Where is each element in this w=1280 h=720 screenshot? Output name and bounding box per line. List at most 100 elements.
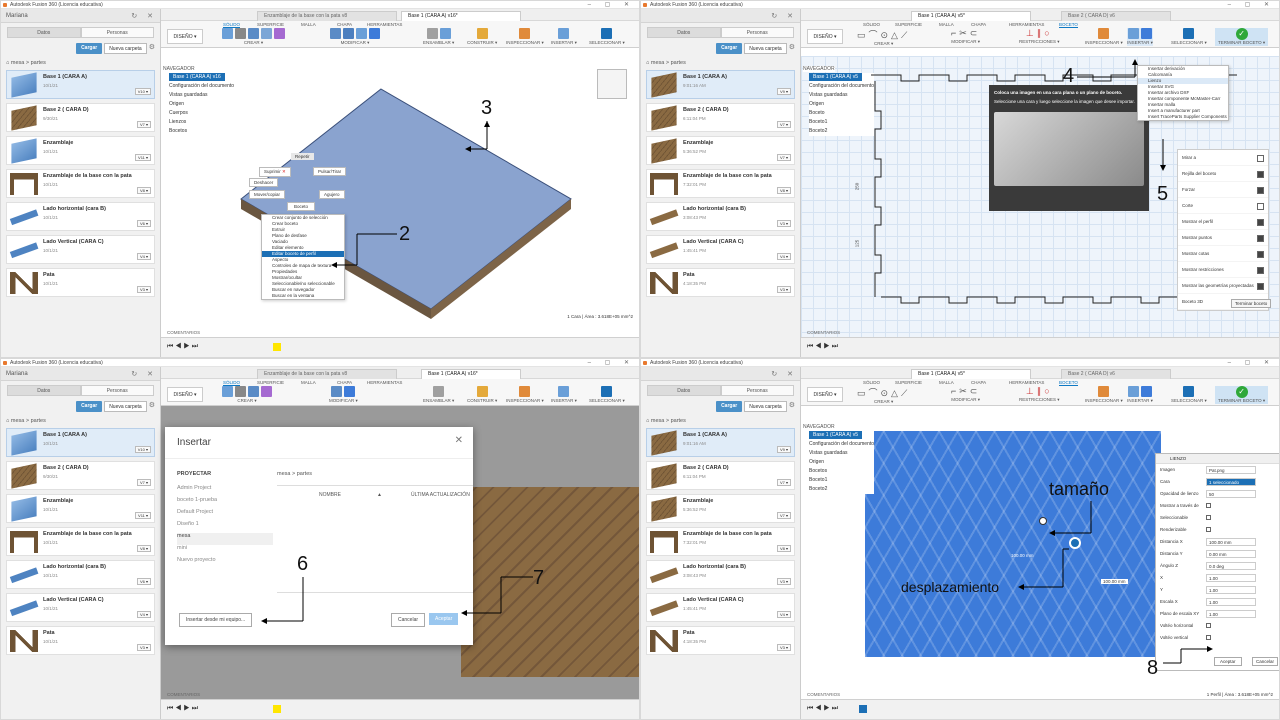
tab-data[interactable]: Datos [7,385,81,396]
version-badge[interactable]: V8 ▾ [136,545,151,552]
node-sketch1[interactable]: Boceto1 [809,476,874,485]
group-finish-sketch[interactable]: ✓ TERMINAR BOCETO ▾ [1215,28,1269,46]
tab-sketch[interactable]: BOCETO [1059,22,1078,28]
file-item[interactable]: Base 2 ( CARA D) 6:11:04 PM V7 ▾ [646,103,795,132]
comments-label[interactable]: COMENTARIOS [167,330,200,335]
group-create[interactable]: ▭⌒⊙△⟋ CREAR ▾ [857,28,910,47]
load-button[interactable]: Cargar [76,401,103,412]
sketch-dropdown[interactable]: Boceto [287,202,316,211]
tab-sketch[interactable]: BOCETO [1059,380,1078,386]
palette-option[interactable]: Mostrar cotas [1178,246,1268,262]
version-badge[interactable]: V8 ▾ [776,545,791,552]
timeline[interactable]: ⏮◀▶⏭ [161,337,639,357]
file-item[interactable]: Enzamblaje 10/1/21 V11 ▾ [6,494,155,523]
cancel-button[interactable]: Cancelar [1252,657,1279,666]
design-workspace-button[interactable]: DISEÑO ▾ [807,29,843,44]
version-badge[interactable]: V4 ▾ [776,253,791,260]
group-constraints[interactable]: ⊥∥○ RESTRICCIONES ▾ [1019,28,1060,45]
col-updated[interactable]: ÚLTIMA ACTUALIZACIÓN [411,492,470,498]
node-config[interactable]: Configuración del documento [809,440,874,449]
group-create[interactable]: CREAR ▾ [221,386,273,404]
new-folder-button[interactable]: Nueva carpeta [104,401,147,412]
refresh-close-icons[interactable]: ↻ ✕ [131,12,160,20]
cancel-button[interactable]: Cancelar [391,613,426,627]
breadcrumb[interactable]: ⌂ mesa > partes [646,60,795,66]
group-assemble[interactable]: ENSAMBLAR ▾ [423,28,454,46]
tab-solid[interactable]: SÓLIDO [863,380,880,385]
dimension-input[interactable]: 100.00 mm [1101,579,1128,584]
press-pull-button[interactable]: Pulsar/Tirar [313,167,347,176]
group-create[interactable]: ▭⌒⊙△⟋ CREAR ▾ [857,386,910,405]
version-badge[interactable]: V7 ▾ [136,479,151,486]
project-item[interactable]: Admin Project [177,485,273,497]
user-name[interactable]: Mariana [6,13,28,19]
checkbox[interactable] [1206,515,1211,520]
load-button[interactable]: Cargar [76,43,103,54]
new-folder-button[interactable]: Nueva carpeta [104,43,147,54]
version-badge[interactable]: V6 ▾ [136,220,151,227]
tab-people[interactable]: Personas [80,385,154,396]
file-item[interactable]: Enzamblaje de la base con la pata 10/1/21… [6,527,155,556]
version-badge[interactable]: V10 ▾ [134,446,151,453]
gear-icon[interactable]: ⚙ [789,43,795,54]
doc-tab-base1[interactable]: Base 1 (CARA A) v16* [401,11,521,21]
file-item[interactable]: Lado horizontal (cara B) 10/1/21 V6 ▾ [6,559,155,591]
accept-button[interactable]: Aceptar [429,613,459,625]
col-name[interactable]: NOMBRE [319,492,341,498]
hole-button[interactable]: Agujero [319,190,345,199]
menu-item[interactable]: Buscar en la ventana [262,293,344,299]
tab-data[interactable]: Datos [647,27,721,38]
file-item[interactable]: Pata 10/1/21 V3 ▾ [6,268,155,297]
tab-mesh[interactable]: MALLA [939,22,954,27]
canvas-option-value[interactable]: 1.00 [1206,574,1256,582]
file-item[interactable]: Enzamblaje 5:36:52 PM V7 ▾ [646,494,795,523]
group-assemble[interactable]: ENSAMBLAR ▾ [423,386,454,404]
design-workspace-button[interactable]: DISEÑO ▾ [167,387,203,402]
browser-root[interactable]: Base 1 (CARA A) v5 [809,73,863,81]
palette-option[interactable]: Rejilla del boceto [1178,166,1268,182]
doc-tab-assembly[interactable]: Enzamblaje de la base con la pata v8 [257,369,397,379]
file-table[interactable]: NOMBRE ▲ ÚLTIMA ACTUALIZACIÓN [277,485,473,593]
palette-option[interactable]: Forzar [1178,182,1268,198]
finish-sketch-button[interactable]: Terminar boceto [1231,299,1272,308]
node-sketches[interactable]: Bocetos [809,467,874,476]
node-origin[interactable]: Origen [809,458,874,467]
version-badge[interactable]: V3 ▾ [776,578,791,585]
project-item[interactable]: Diseño 1 [177,521,273,533]
canvas-option-value[interactable]: 100.00 mm [1206,538,1256,546]
gear-icon[interactable]: ⚙ [149,401,155,412]
tab-data[interactable]: Datos [647,385,721,396]
group-select[interactable]: SELECCIONAR ▾ [589,386,625,404]
canvas-option-value[interactable]: 1.00 [1206,586,1256,594]
version-badge[interactable]: V7 ▾ [776,479,791,486]
group-inspect[interactable]: INSPECCIONAR ▾ [1085,386,1123,404]
tab-surface[interactable]: SUPERFICIE [257,380,284,385]
breadcrumb[interactable]: ⌂ mesa > partes [646,418,795,424]
node-sketch2[interactable]: Boceto2 [809,485,874,494]
file-item[interactable]: Base 1 (CARA A) 10/1/21 V10 ▾ [6,70,155,99]
palette-option[interactable]: Mostrar el perfil [1178,214,1268,230]
file-item[interactable]: Base 2 ( CARA D) 9/30/21 V7 ▾ [6,103,155,132]
file-item[interactable]: Enzamblaje de la base con la pata 10/1/21… [6,169,155,198]
accept-button[interactable]: Aceptar [1214,657,1242,666]
tab-tools[interactable]: HERRAMIENTAS [1009,380,1044,385]
version-badge[interactable]: V11 ▾ [135,154,151,161]
load-button[interactable]: Cargar [716,401,743,412]
breadcrumb[interactable]: ⌂ mesa > partes [6,418,155,424]
file-item[interactable]: Pata 10/1/21 V3 ▾ [6,626,155,655]
palette-option[interactable]: Corte [1178,198,1268,214]
refresh-close-icons[interactable]: ↻ ✕ [771,12,800,20]
file-item[interactable]: Base 2 ( CARA D) 9/30/21 V7 ▾ [6,461,155,490]
menu-item[interactable]: Insert TraceParts Supplier Components [1138,114,1228,120]
delete-button[interactable]: Suprimir ✕ [259,167,291,177]
checkbox[interactable] [1206,527,1211,532]
doc-tab-base1[interactable]: Base 1 (CARA A) v16* [421,369,521,379]
version-badge[interactable]: V4 ▾ [776,611,791,618]
refresh-close-icons[interactable]: ↻ ✕ [131,370,160,378]
group-modify[interactable]: MODIFICAR ▾ [329,28,381,46]
tab-tools[interactable]: HERRAMIENTAS [367,22,402,27]
version-badge[interactable]: V3 ▾ [776,644,791,651]
tab-surface[interactable]: SUPERFICIE [257,22,284,27]
tab-sheet[interactable]: CHAPA [971,380,986,385]
comments-label[interactable]: COMENTARIOS [807,330,840,335]
